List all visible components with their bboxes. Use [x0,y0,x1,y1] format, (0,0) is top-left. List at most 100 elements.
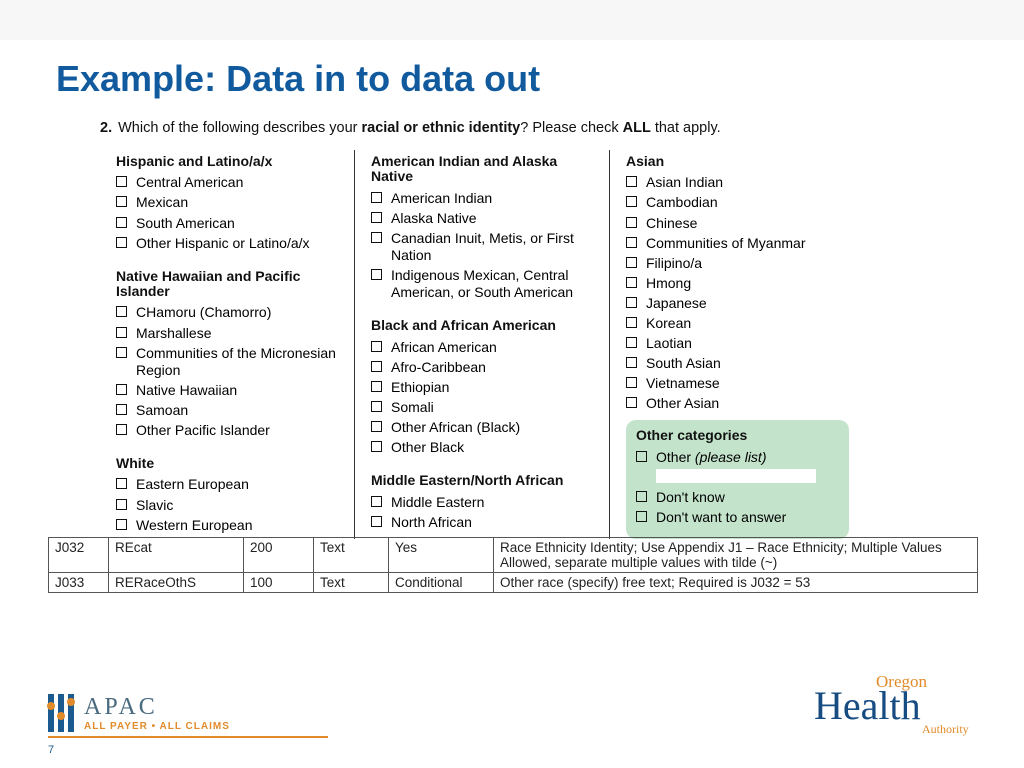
checkbox-icon[interactable] [626,357,637,368]
option-label: Laotian [646,335,849,352]
checkbox-icon[interactable] [371,441,382,452]
apac-text: APAC ALL PAYER • ALL CLAIMS [84,694,230,732]
option-row: Chinese [626,215,849,232]
checkbox-icon[interactable] [116,384,127,395]
checkbox-icon[interactable] [371,516,382,527]
apac-tagline: ALL PAYER • ALL CLAIMS [84,721,230,732]
oha-health: Health [814,683,921,728]
checkbox-icon[interactable] [371,232,382,243]
cell-len: 200 [244,538,314,573]
cell-req: Conditional [389,573,494,593]
checkbox-icon[interactable] [626,176,637,187]
option-label: South Asian [646,355,849,372]
option-label: North African [391,514,593,531]
question-mid: ? Please check [520,120,622,136]
option-row: Other Pacific Islander [116,422,338,439]
option-row: Japanese [626,295,849,312]
form-content: 2.Which of the following describes your … [100,120,920,539]
option-label: Japanese [646,295,849,312]
option-row: South American [116,215,338,232]
checkbox-icon[interactable] [371,421,382,432]
option-row: Hmong [626,275,849,292]
other-categories-box: Other categories Other (please list) Don… [626,420,849,539]
option-label: Other (please list) [656,449,837,466]
option-label: Other Black [391,439,593,456]
other-writein-input[interactable] [656,469,816,483]
option-other-text: Other [656,449,695,465]
checkbox-icon[interactable] [371,361,382,372]
checkbox-icon[interactable] [116,499,127,510]
option-label: Ethiopian [391,379,593,396]
checkbox-icon[interactable] [626,297,637,308]
question-number: 2. [100,120,112,136]
option-row: South Asian [626,355,849,372]
option-label: Somali [391,399,593,416]
option-row: Other African (Black) [371,419,593,436]
checkbox-icon[interactable] [626,377,637,388]
checkbox-icon[interactable] [626,337,637,348]
checkbox-icon[interactable] [116,237,127,248]
cell-code: J032 [49,538,109,573]
checkbox-icon[interactable] [116,478,127,489]
checkbox-icon[interactable] [371,341,382,352]
cell-code: J033 [49,573,109,593]
checkbox-icon[interactable] [116,176,127,187]
option-label: Canadian Inuit, Metis, or First Nation [391,230,593,264]
checkbox-icon[interactable] [116,424,127,435]
option-label: Native Hawaiian [136,382,338,399]
checkbox-icon[interactable] [371,269,382,280]
checkbox-icon[interactable] [116,519,127,530]
checkbox-icon[interactable] [116,327,127,338]
checkbox-icon[interactable] [636,511,647,522]
option-label: Samoan [136,402,338,419]
checkbox-icon[interactable] [116,196,127,207]
option-label: Alaska Native [391,210,593,227]
question-line: 2.Which of the following describes your … [100,120,920,136]
option-row: Other Asian [626,395,849,412]
checkbox-icon[interactable] [371,496,382,507]
oha-logo-icon: Oregon Health Authority [814,669,984,739]
checkbox-icon[interactable] [626,237,637,248]
option-label: Mexican [136,194,338,211]
checkbox-icon[interactable] [626,217,637,228]
question-pre: Which of the following describes your [118,120,361,136]
table-row: J032 REcat 200 Text Yes Race Ethnicity I… [49,538,978,573]
cell-desc: Other race (specify) free text; Required… [494,573,978,593]
checkbox-icon[interactable] [371,212,382,223]
option-row: Other Hispanic or Latino/a/x [116,235,338,252]
checkbox-icon[interactable] [116,347,127,358]
checkbox-icon[interactable] [116,404,127,415]
option-row: Afro-Caribbean [371,359,593,376]
option-row: African American [371,339,593,356]
checkbox-icon[interactable] [626,277,637,288]
checkbox-icon[interactable] [636,451,647,462]
checkbox-icon[interactable] [636,491,647,502]
option-row: Central American [116,174,338,191]
checkbox-icon[interactable] [626,317,637,328]
group-heading-hispanic: Hispanic and Latino/a/x [116,154,338,169]
cell-type: Text [314,573,389,593]
checkbox-icon[interactable] [626,397,637,408]
option-label: Indigenous Mexican, Central American, or… [391,267,593,301]
option-row: Cambodian [626,194,849,211]
top-band [0,0,1024,40]
option-row: Western European [116,517,338,534]
checkbox-icon[interactable] [371,381,382,392]
group-heading-other: Other categories [636,428,837,443]
option-label: Other Hispanic or Latino/a/x [136,235,338,252]
page-number: 7 [48,744,54,756]
option-label: Middle Eastern [391,494,593,511]
option-label: Asian Indian [646,174,849,191]
option-row: Ethiopian [371,379,593,396]
option-row: Communities of Myanmar [626,235,849,252]
option-row: Filipino/a [626,255,849,272]
checkbox-icon[interactable] [626,196,637,207]
question-post: that apply. [651,120,721,136]
checkbox-icon[interactable] [626,257,637,268]
cell-name: RERaceOthS [109,573,244,593]
checkbox-icon[interactable] [371,401,382,412]
checkbox-icon[interactable] [371,192,382,203]
apac-bars-icon [48,694,74,732]
checkbox-icon[interactable] [116,306,127,317]
checkbox-icon[interactable] [116,217,127,228]
